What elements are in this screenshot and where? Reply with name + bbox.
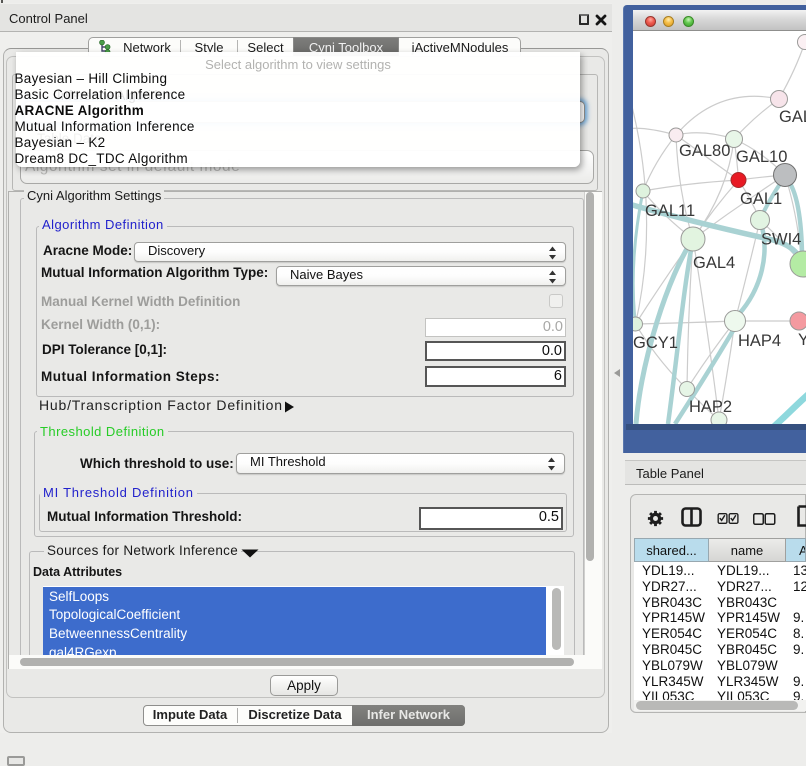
svg-text:HAP4: HAP4 <box>738 332 781 350</box>
svg-text:GAL1: GAL1 <box>740 190 782 208</box>
svg-text:HAP2: HAP2 <box>689 398 732 416</box>
svg-text:GAL2: GAL2 <box>779 108 806 126</box>
svg-text:GAL80: GAL80 <box>679 142 730 160</box>
svg-text:GAL11: GAL11 <box>645 202 695 220</box>
svg-text:GCY1: GCY1 <box>633 334 678 352</box>
svg-text:Y: Y <box>798 331 806 349</box>
svg-text:SWI4: SWI4 <box>761 231 801 249</box>
svg-text:GAL10: GAL10 <box>736 148 787 166</box>
svg-text:GAL4: GAL4 <box>693 254 735 272</box>
